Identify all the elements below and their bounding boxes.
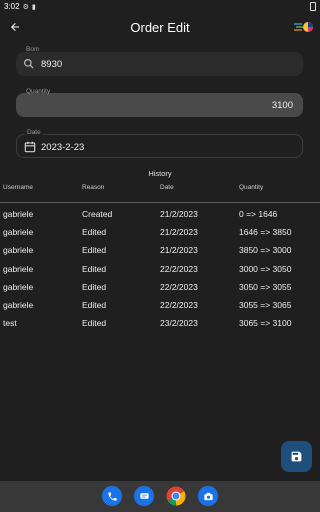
- cell-username: gabriele: [3, 227, 34, 238]
- cell-username: gabriele: [3, 245, 34, 256]
- cell-date: 21/2/2023: [160, 245, 198, 256]
- cell-username: gabriele: [3, 281, 34, 292]
- column-header-quantity: Quantity: [239, 184, 264, 191]
- date-field[interactable]: Date 2023-2-23: [16, 129, 303, 158]
- cell-quantity: 3055 => 3065: [239, 299, 292, 310]
- status-time: 3:02: [4, 2, 20, 11]
- cell-quantity: 3000 => 3050: [239, 263, 292, 274]
- cell-username: gabriele: [3, 299, 34, 310]
- cell-username: gabriele: [3, 209, 34, 219]
- table-header-divider: [0, 202, 320, 203]
- page-title: Order Edit: [130, 20, 190, 35]
- table-row: gabriele Edited 21/2/2023 1646 => 3850: [0, 224, 320, 242]
- settings-status-icon: ⚙: [22, 3, 29, 11]
- search-icon: [24, 59, 34, 69]
- cell-reason: Edited: [82, 245, 107, 256]
- date-value: 2023-2-23: [41, 142, 85, 153]
- system-nav-bar: [0, 481, 320, 512]
- cell-reason: Edited: [82, 263, 107, 274]
- cell-date: 23/2/2023: [160, 318, 198, 329]
- app-bar: Order Edit: [0, 13, 320, 43]
- messages-icon[interactable]: [134, 486, 154, 506]
- date-label: Date: [25, 129, 43, 136]
- status-bar: 3:02 ⚙ ▮: [0, 0, 320, 13]
- history-title: History: [148, 169, 172, 178]
- table-row: test Edited 23/2/2023 3065 => 3100: [0, 315, 320, 333]
- bom-field[interactable]: Bom 8930: [16, 46, 303, 76]
- cell-quantity: 3850 => 3000: [239, 245, 292, 256]
- cell-reason: Edited: [82, 227, 107, 238]
- history-table: gabriele Created 21/2/2023 0 => 1646 gab…: [0, 206, 320, 333]
- cell-date: 22/2/2023: [160, 281, 198, 292]
- table-row: gabriele Created 21/2/2023 0 => 1646: [0, 206, 320, 224]
- cell-quantity: 3065 => 3100: [239, 318, 292, 329]
- bom-label: Bom: [26, 46, 40, 53]
- column-header-username: Username: [3, 184, 33, 191]
- phone-icon[interactable]: [102, 486, 122, 506]
- quantity-label: Quantity: [26, 88, 51, 95]
- app-logo-icon: [294, 22, 313, 32]
- battery-icon: [310, 2, 316, 11]
- table-row: gabriele Edited 22/2/2023 3055 => 3065: [0, 297, 320, 315]
- storage-status-icon: ▮: [31, 3, 36, 11]
- bom-value: 8930: [41, 59, 63, 70]
- table-row: gabriele Edited 22/2/2023 3050 => 3055: [0, 279, 320, 297]
- cell-reason: Edited: [82, 281, 107, 292]
- table-row: gabriele Edited 22/2/2023 3000 => 3050: [0, 261, 320, 279]
- quantity-field[interactable]: Quantity 3100: [16, 88, 303, 117]
- quantity-value: 3100: [271, 100, 293, 111]
- save-icon: [291, 451, 302, 462]
- cell-date: 22/2/2023: [160, 299, 198, 310]
- cell-reason: Edited: [82, 318, 107, 329]
- cell-username: gabriele: [3, 263, 34, 274]
- cell-quantity: 1646 => 3850: [239, 227, 292, 238]
- cell-date: 21/2/2023: [160, 227, 198, 238]
- cell-reason: Edited: [82, 299, 107, 310]
- cell-username: test: [3, 318, 17, 329]
- chrome-icon[interactable]: [166, 486, 186, 506]
- cell-date: 22/2/2023: [160, 263, 198, 274]
- column-header-date: Date: [160, 184, 174, 191]
- save-button[interactable]: [281, 441, 312, 472]
- camera-icon[interactable]: [198, 486, 218, 506]
- cell-reason: Created: [82, 209, 113, 219]
- column-header-reason: Reason: [82, 184, 105, 191]
- cell-quantity: 0 => 1646: [239, 209, 278, 219]
- calendar-icon: [24, 141, 36, 153]
- cell-quantity: 3050 => 3055: [239, 281, 292, 292]
- cell-date: 21/2/2023: [160, 209, 198, 219]
- table-row: gabriele Edited 21/2/2023 3850 => 3000: [0, 242, 320, 260]
